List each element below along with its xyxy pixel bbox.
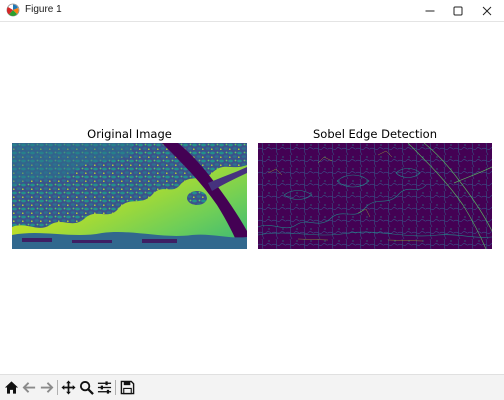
maximize-icon: [453, 6, 463, 15]
zoom-icon: [79, 380, 94, 395]
forward-button[interactable]: [38, 379, 54, 395]
window-titlebar: Figure 1: [0, 0, 504, 22]
close-icon: [482, 6, 492, 15]
home-icon: [4, 380, 18, 394]
matplotlib-icon: [6, 3, 20, 17]
pan-icon: [60, 379, 76, 395]
back-icon: [22, 381, 35, 393]
maximize-button[interactable]: [444, 0, 472, 21]
figure-canvas[interactable]: Original Image Sobel Edge Detection: [0, 22, 504, 374]
save-icon: [120, 380, 134, 394]
sobel-edge-axes: [258, 143, 492, 249]
minimize-icon: [425, 10, 435, 11]
window-title: Figure 1: [25, 4, 62, 15]
close-button[interactable]: [473, 0, 501, 21]
toolbar-separator: [57, 380, 58, 395]
zoom-button[interactable]: [78, 379, 94, 395]
save-button[interactable]: [119, 379, 135, 395]
sobel-title: Sobel Edge Detection: [312, 127, 438, 141]
configure-subplots-icon: [97, 380, 111, 394]
forward-icon: [40, 381, 53, 393]
pan-button[interactable]: [60, 379, 76, 395]
original-image-title: Original Image: [87, 127, 172, 141]
configure-subplots-button[interactable]: [96, 379, 112, 395]
navigation-toolbar: [0, 374, 504, 400]
home-button[interactable]: [3, 379, 19, 395]
back-button[interactable]: [21, 379, 37, 395]
minimize-button[interactable]: [416, 0, 444, 21]
original-image-axes: [12, 143, 247, 249]
toolbar-separator: [115, 380, 116, 395]
